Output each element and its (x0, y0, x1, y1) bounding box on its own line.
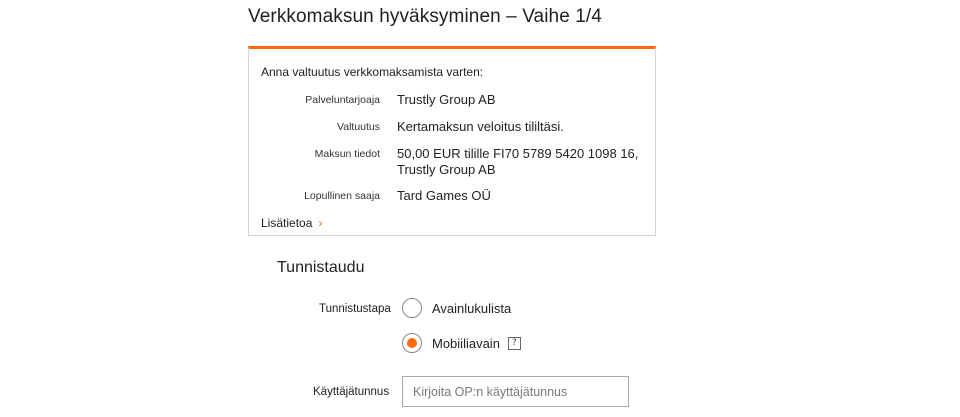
radio-selected-dot (407, 338, 417, 348)
detail-value: Tard Games OÜ (397, 188, 491, 203)
auth-method-label: Tunnistustapa (319, 303, 391, 315)
more-info-link[interactable]: Lisätietoa › (261, 216, 322, 230)
radio-button[interactable] (402, 298, 422, 318)
radio-button[interactable] (402, 333, 422, 353)
radio-option-mobile-key[interactable]: Mobiiliavain ? (402, 333, 521, 353)
authorization-card: Anna valtuutus verkkomaksamista varten: … (248, 46, 656, 236)
more-info-label: Lisätietoa (261, 216, 313, 230)
detail-value: Trustly Group AB (397, 92, 496, 107)
page-title: Verkkomaksun hyväksyminen – Vaihe 1/4 (248, 6, 602, 27)
username-input[interactable] (402, 376, 629, 407)
detail-label: Palveluntarjoaja (305, 94, 380, 106)
detail-label: Valtuutus (337, 121, 380, 133)
identify-section-title: Tunnistaudu (277, 259, 365, 276)
chevron-right-icon: › (318, 216, 323, 230)
radio-option-key-list[interactable]: Avainlukulista (402, 298, 511, 318)
detail-value: 50,00 EUR tilille FI70 5789 5420 1098 16… (397, 146, 647, 178)
detail-value: Kertamaksun veloitus tililtäsi. (397, 119, 564, 134)
detail-label: Lopullinen saaja (304, 190, 380, 202)
authorization-intro: Anna valtuutus verkkomaksamista varten: (261, 65, 484, 79)
payment-approval-page: Verkkomaksun hyväksyminen – Vaihe 1/4 An… (0, 0, 960, 417)
username-label: Käyttäjätunnus (313, 386, 390, 398)
payment-details-line-2: Trustly Group AB (397, 162, 496, 177)
payment-details-line-1: 50,00 EUR tilille FI70 5789 5420 1098 16… (397, 146, 639, 161)
help-icon[interactable]: ? (507, 336, 521, 350)
detail-label: Maksun tiedot (314, 148, 380, 160)
radio-label: Avainlukulista (432, 300, 512, 316)
radio-label: Mobiiliavain (432, 335, 500, 351)
